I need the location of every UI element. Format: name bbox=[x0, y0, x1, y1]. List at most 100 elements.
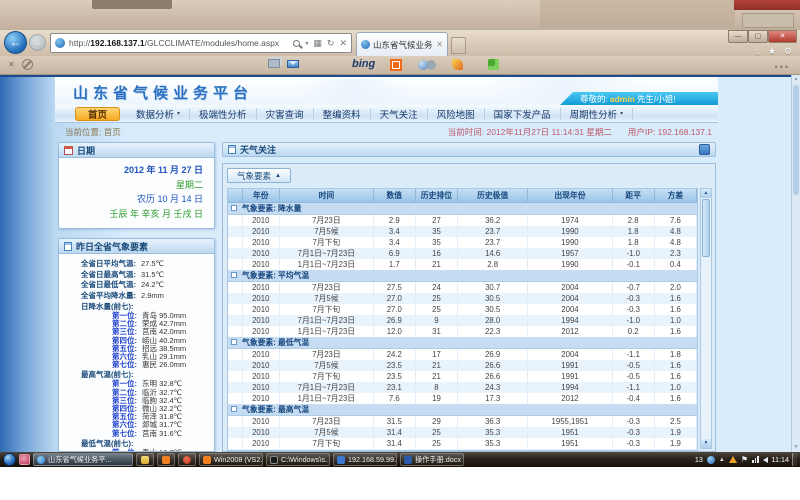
forward-button[interactable]: → bbox=[29, 34, 46, 51]
refresh-icon[interactable]: ↻ bbox=[327, 38, 335, 49]
tray-app-icon[interactable] bbox=[707, 456, 715, 464]
nav-item-label: 天气关注 bbox=[380, 107, 418, 121]
table-cell: 2010 bbox=[242, 438, 279, 449]
table-row: 20107月23日31.52936.31955,1951-0.32.5 bbox=[228, 415, 697, 427]
nav-item-5[interactable]: 天气关注 bbox=[371, 108, 428, 120]
column-header: 距平 bbox=[612, 189, 654, 202]
bing-bar-icon[interactable] bbox=[390, 59, 402, 71]
task-buttons: 山东省气候业务平... Win2008 (VS2...C:\Windows\s..… bbox=[33, 453, 464, 466]
scroll-up-icon[interactable]: ▲ bbox=[701, 189, 711, 198]
show-desktop-button[interactable] bbox=[792, 453, 797, 466]
action-center-flag-icon[interactable]: ⚑ bbox=[741, 455, 748, 464]
pinned-app-icon[interactable] bbox=[19, 454, 30, 465]
nav-item-8[interactable]: 周期性分析▾ bbox=[561, 108, 634, 120]
taskbar-task-4[interactable]: 操作手册.docx -... bbox=[400, 453, 464, 466]
nav-item-2[interactable]: 极端性分析 bbox=[190, 108, 257, 120]
table-scrollbar[interactable]: ▲ ▼ bbox=[700, 188, 712, 449]
element-filter-button[interactable]: 气象要素 ▲ bbox=[227, 168, 291, 183]
coins-icon[interactable] bbox=[418, 60, 428, 70]
nav-item-4[interactable]: 整编资料 bbox=[314, 108, 371, 120]
close-toolbar-icon[interactable]: ✕ bbox=[8, 60, 15, 69]
more-icon[interactable]: ••• bbox=[775, 62, 790, 72]
table-cell: 2004 bbox=[528, 281, 612, 293]
taskbar-task-0[interactable]: 山东省气候业务平... bbox=[33, 453, 133, 466]
rocket-icon[interactable] bbox=[452, 59, 463, 70]
ranking-item: 第七位:惠民 26.0mm bbox=[59, 361, 212, 369]
table-cell: -0.5 bbox=[612, 360, 654, 371]
table-row: 20107月1日~7月23日26.9928.01994-1.01.0 bbox=[228, 315, 697, 326]
browser-scrollbar[interactable]: ▲ ▼ bbox=[791, 75, 800, 452]
panel-collapse-button[interactable] bbox=[699, 144, 710, 155]
close-tab-icon[interactable]: ✕ bbox=[436, 40, 443, 49]
table-cell: 35.3 bbox=[458, 427, 528, 438]
taskbar-task-2[interactable]: C:\Windows\s... bbox=[266, 453, 330, 466]
checkbox[interactable] bbox=[231, 339, 237, 345]
checkbox[interactable] bbox=[231, 272, 237, 278]
address-bar[interactable]: http://192.168.137.1/GLCCLIMATE/modules/… bbox=[50, 33, 352, 53]
taskbar-clock[interactable]: 11:14 bbox=[772, 455, 789, 464]
stop-icon[interactable]: ✕ bbox=[339, 38, 347, 49]
table-cell: 2012 bbox=[528, 326, 612, 337]
table-cell: 2010 bbox=[242, 226, 279, 237]
table-cell: 31.5 bbox=[373, 449, 415, 452]
table-cell: -0.5 bbox=[612, 371, 654, 382]
table-cell: 27 bbox=[415, 214, 457, 226]
quicklaunch-folder-icon[interactable] bbox=[136, 453, 154, 466]
mail-icon[interactable] bbox=[287, 60, 299, 68]
checkbox[interactable] bbox=[231, 205, 237, 211]
compatibility-icon[interactable]: ▦ bbox=[313, 38, 322, 49]
new-tab-button[interactable] bbox=[451, 37, 466, 54]
nav-item-7[interactable]: 国家下发产品 bbox=[485, 108, 561, 120]
scrollbar-thumb[interactable] bbox=[793, 85, 799, 195]
main-panel: 天气关注 气象要素 ▲ bbox=[222, 142, 716, 452]
table-cell: 7月1日~7月23日 bbox=[280, 248, 374, 259]
scrollbar-thumb[interactable] bbox=[702, 199, 710, 257]
table-cell: 28.0 bbox=[458, 315, 528, 326]
quicklaunch-app-orange-icon[interactable] bbox=[157, 453, 175, 466]
nav-item-6[interactable]: 风险地图 bbox=[428, 108, 485, 120]
network-icon[interactable] bbox=[752, 456, 759, 463]
maximize-button[interactable]: ▢ bbox=[748, 30, 768, 43]
cards-icon[interactable] bbox=[268, 59, 280, 68]
taskbar-task-1[interactable]: Win2008 (VS2... bbox=[199, 453, 263, 466]
speaker-icon[interactable] bbox=[763, 457, 768, 463]
table-cell: 2004 bbox=[528, 293, 612, 304]
taskbar-task-3[interactable]: 192.168.59.99... bbox=[333, 453, 397, 466]
nav-item-home[interactable]: 首页 bbox=[75, 107, 120, 121]
table-cell: 1.6 bbox=[654, 371, 696, 382]
table-cell: 22.3 bbox=[458, 326, 528, 337]
close-button[interactable]: ✕ bbox=[768, 30, 797, 43]
cmd-icon bbox=[270, 456, 278, 464]
minimize-button[interactable]: — bbox=[728, 30, 748, 43]
browser-tab[interactable]: 山东省气候业务平... ✕ bbox=[356, 32, 448, 56]
calendar-weekday: 星期二 bbox=[59, 178, 203, 193]
table-cell: -0.3 bbox=[612, 427, 654, 438]
table-cell: -1.1 bbox=[612, 382, 654, 393]
element-sections: 日降水量(前七):第一位:青岛 95.0mm第二位:荣成 42.7mm第三位:莒… bbox=[59, 302, 212, 452]
scroll-down-icon[interactable]: ▼ bbox=[792, 443, 800, 452]
chevron-down-icon: ▾ bbox=[177, 110, 180, 117]
bing-logo[interactable]: bing bbox=[352, 58, 375, 70]
checkbox[interactable] bbox=[231, 406, 237, 412]
tray-alert-icon[interactable] bbox=[729, 456, 737, 463]
search-caret-icon[interactable]: ▾ bbox=[305, 40, 308, 47]
scroll-up-icon[interactable]: ▲ bbox=[792, 75, 800, 84]
quicklaunch-media-player-icon[interactable] bbox=[178, 453, 196, 466]
remote-icon bbox=[337, 456, 345, 464]
table-cell: 2004 bbox=[528, 348, 612, 360]
search-icon[interactable] bbox=[293, 40, 300, 47]
back-button[interactable]: ← bbox=[4, 31, 27, 54]
nav-item-3[interactable]: 灾害查询 bbox=[257, 108, 314, 120]
table-cell: 2010 bbox=[242, 415, 279, 427]
start-button[interactable] bbox=[3, 453, 16, 466]
stat-label: 全省日最低气温: bbox=[81, 280, 136, 291]
tray-expand-icon[interactable]: ▲ bbox=[719, 457, 725, 463]
scroll-down-icon[interactable]: ▼ bbox=[701, 439, 711, 448]
table-cell: 23.5 bbox=[373, 371, 415, 382]
table-cell: 1.1 bbox=[654, 449, 696, 452]
nav-item-1[interactable]: 数据分析▾ bbox=[127, 108, 190, 120]
table-row: 20107月1日~7月23日6.91614.61957-1.02.3 bbox=[228, 248, 697, 259]
puzzle-icon[interactable] bbox=[488, 59, 499, 70]
table-cell: 17.3 bbox=[458, 393, 528, 404]
table-cell: 2.0 bbox=[654, 281, 696, 293]
